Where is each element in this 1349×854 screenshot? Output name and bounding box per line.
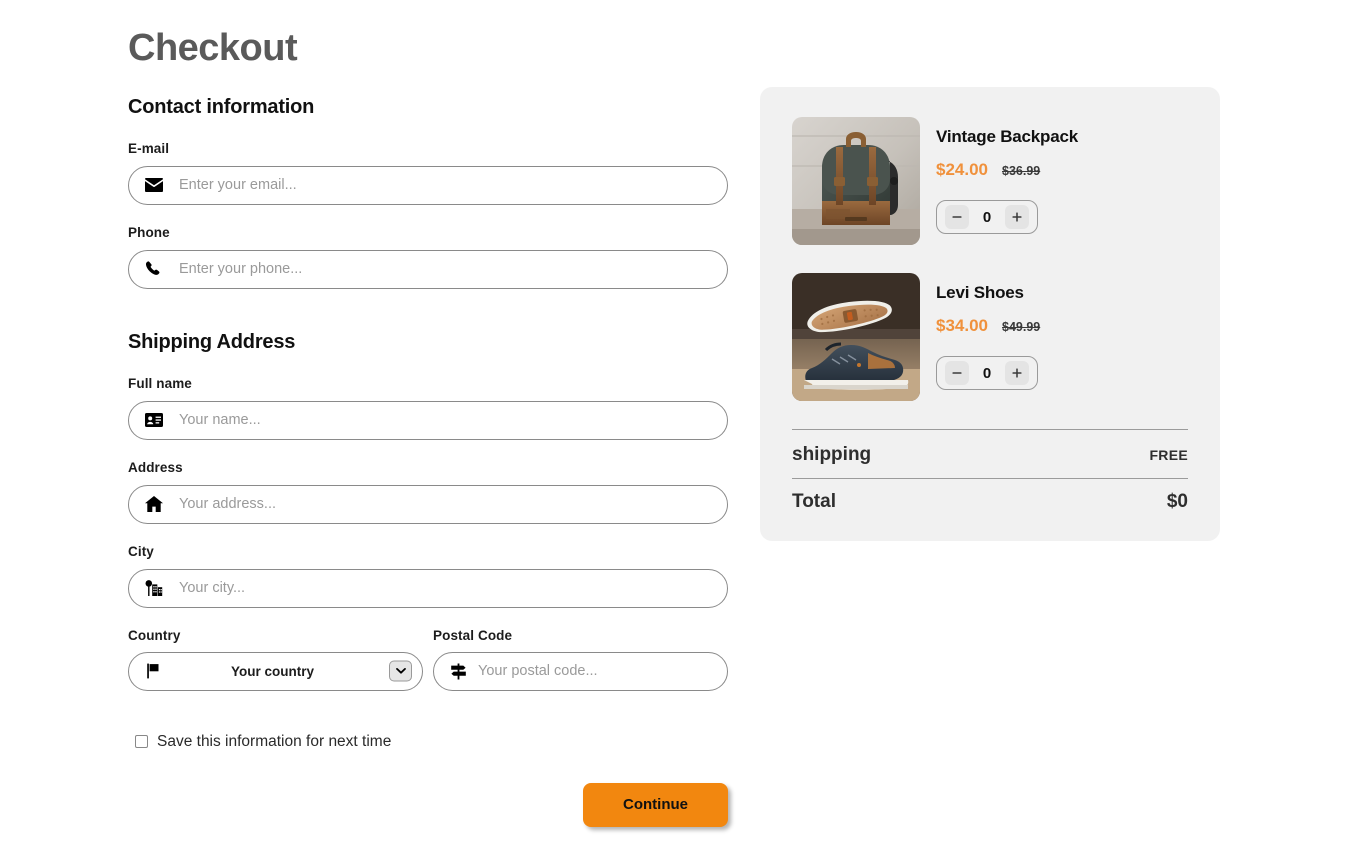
decrease-quantity-button[interactable] <box>945 205 969 229</box>
address-label: Address <box>128 459 183 475</box>
save-information-checkbox[interactable] <box>135 735 148 749</box>
quantity-value: 0 <box>982 364 992 382</box>
signpost-icon <box>448 663 468 680</box>
increase-quantity-button[interactable] <box>1005 361 1029 385</box>
shipping-label: shipping <box>792 444 872 465</box>
product-info: Vintage Backpack $24.00 $36.99 0 <box>920 117 1188 245</box>
page-title: Checkout <box>128 27 298 69</box>
shipping-address-heading: Shipping Address <box>128 330 296 353</box>
total-value: $0 <box>1166 491 1188 512</box>
phone-label: Phone <box>128 224 170 240</box>
fullname-input[interactable] <box>179 412 713 429</box>
product-image-backpack <box>792 117 920 245</box>
continue-button[interactable]: Continue <box>583 782 728 827</box>
country-label: Country <box>128 627 181 643</box>
fullname-field-group: Full name <box>128 376 728 440</box>
fullname-label: Full name <box>128 375 192 391</box>
order-summary-panel: Vintage Backpack $24.00 $36.99 0 Levi Sh… <box>760 87 1220 541</box>
total-label: Total <box>792 491 836 512</box>
flag-icon <box>143 663 165 679</box>
phone-field-group: Phone <box>128 225 728 289</box>
email-label: E-mail <box>128 140 170 156</box>
address-field-group: Address <box>128 460 728 524</box>
product-current-price: $24.00 <box>936 160 988 179</box>
city-label: City <box>128 543 154 559</box>
order-totals: shipping FREE Total $0 <box>792 429 1188 513</box>
product-original-price: $36.99 <box>1002 164 1041 178</box>
email-field-group: E-mail <box>128 141 728 205</box>
city-field-group: City <box>128 544 728 608</box>
product-original-price: $49.99 <box>1002 320 1041 334</box>
decrease-quantity-button[interactable] <box>945 361 969 385</box>
home-icon <box>143 494 165 514</box>
quantity-stepper: 0 <box>936 200 1038 234</box>
postal-label: Postal Code <box>433 627 513 643</box>
email-input-wrapper[interactable] <box>128 165 728 205</box>
checkout-form-column: Checkout Contact information E-mail Phon… <box>128 27 728 827</box>
country-select[interactable]: Your country <box>128 651 423 691</box>
quantity-stepper: 0 <box>936 356 1038 390</box>
total-row: Total $0 <box>792 478 1188 513</box>
country-postal-row: Country Your country Postal Code Your po… <box>128 628 728 691</box>
address-input[interactable] <box>179 496 713 513</box>
id-card-icon <box>143 410 165 430</box>
product-name: Levi Shoes <box>936 283 1024 302</box>
address-input-wrapper[interactable] <box>128 484 728 524</box>
email-input[interactable] <box>179 177 713 194</box>
chevron-down-icon[interactable] <box>389 660 412 682</box>
save-information-label: Save this information for next time <box>157 732 392 750</box>
envelope-icon <box>143 175 165 195</box>
increase-quantity-button[interactable] <box>1005 205 1029 229</box>
product-price-row: $34.00 $49.99 <box>936 316 1188 336</box>
fullname-input-wrapper[interactable] <box>128 400 728 440</box>
city-input[interactable] <box>179 580 713 597</box>
postal-input-wrapper[interactable] <box>433 651 728 691</box>
country-selected-value: Your country <box>230 663 314 679</box>
checkout-page: Checkout Contact information E-mail Phon… <box>0 0 1349 854</box>
postal-field-group: Postal Code <box>433 628 728 691</box>
product-price-row: $24.00 $36.99 <box>936 160 1188 180</box>
phone-icon <box>143 259 165 279</box>
product-info: Levi Shoes $34.00 $49.99 0 <box>920 273 1188 401</box>
order-item: Vintage Backpack $24.00 $36.99 0 <box>792 117 1188 245</box>
continue-button-row: Continue <box>128 782 728 827</box>
shipping-value: FREE <box>1149 447 1188 463</box>
quantity-value: 0 <box>982 208 992 226</box>
phone-input-wrapper[interactable] <box>128 249 728 289</box>
phone-input[interactable] <box>179 261 713 278</box>
country-field-group: Country Your country <box>128 628 423 691</box>
contact-information-heading: Contact information <box>128 95 315 118</box>
order-item: Levi Shoes $34.00 $49.99 0 <box>792 273 1188 401</box>
save-information-row[interactable]: Save this information for next time <box>135 733 728 751</box>
city-icon <box>143 578 165 598</box>
product-name: Vintage Backpack <box>936 127 1079 146</box>
product-current-price: $34.00 <box>936 316 988 335</box>
product-image-shoes <box>792 273 920 401</box>
postal-input[interactable] <box>478 663 713 680</box>
city-input-wrapper[interactable] <box>128 568 728 608</box>
shipping-row: shipping FREE <box>792 429 1188 478</box>
